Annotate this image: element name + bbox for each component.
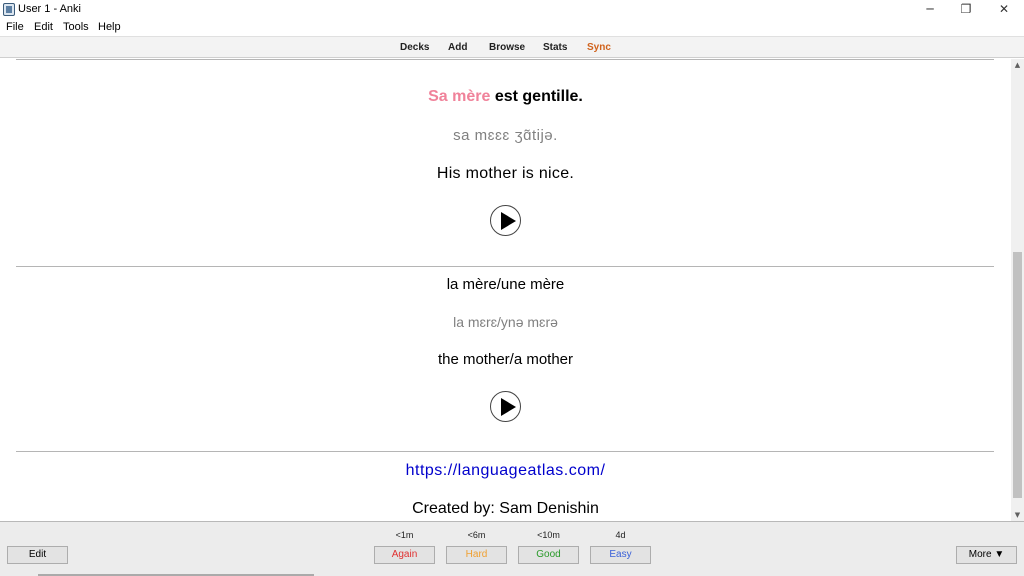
word-ipa: la mɛrɛ/ynə mɛrə (453, 314, 558, 330)
scrollbar-thumb[interactable] (1013, 252, 1022, 498)
vertical-scrollbar[interactable]: ▲ ▼ (1011, 59, 1024, 521)
close-button[interactable]: ✕ (985, 0, 1023, 18)
toolbar-add[interactable]: Add (448, 42, 467, 53)
divider (16, 266, 994, 267)
scroll-down-icon[interactable]: ▼ (1011, 509, 1024, 521)
restore-button[interactable]: ❐ (947, 0, 985, 18)
window-title: User 1 - Anki (18, 3, 81, 15)
card-content: Sa mère est gentille. sa mɛɛɛ ʒɑ̃tijə. H… (0, 59, 1011, 521)
menu-edit[interactable]: Edit (34, 21, 53, 33)
menu-help[interactable]: Help (98, 21, 121, 33)
easy-interval: 4d (615, 530, 626, 540)
toolbar-stats[interactable]: Stats (543, 42, 567, 53)
menu-file[interactable]: File (6, 21, 24, 33)
menu-tools[interactable]: Tools (63, 21, 89, 33)
good-interval: <10m (537, 530, 560, 540)
hard-interval: <6m (467, 530, 486, 540)
play-audio-icon[interactable] (490, 391, 521, 422)
again-button[interactable]: Again (374, 546, 435, 564)
sentence-highlight: Sa mère (428, 88, 491, 105)
credit-text: Created by: Sam Denishin (412, 500, 599, 517)
toolbar-sync[interactable]: Sync (587, 42, 611, 53)
play-audio-icon[interactable] (490, 205, 521, 236)
vocab-word: la mère/une mère (446, 276, 565, 293)
main-toolbar: Decks Add Browse Stats Sync (0, 36, 1024, 58)
again-interval: <1m (395, 530, 414, 540)
sentence-rest: est gentille. (490, 88, 583, 105)
minimize-button[interactable]: ─ (911, 0, 949, 18)
sentence-translation: His mother is nice. (436, 165, 575, 182)
menu-bar: File Edit Tools Help (0, 19, 1024, 35)
hard-button[interactable]: Hard (446, 546, 507, 564)
edit-button[interactable]: Edit (7, 546, 68, 564)
source-link[interactable]: https://languageatlas.com/ (0, 462, 1011, 480)
toolbar-browse[interactable]: Browse (489, 42, 525, 53)
easy-button[interactable]: Easy (590, 546, 651, 564)
toolbar-decks[interactable]: Decks (400, 42, 429, 53)
answer-bar: Edit <1m Again <6m Hard <10m Good 4d Eas… (0, 521, 1024, 576)
title-bar: User 1 - Anki ─ ❐ ✕ (0, 0, 1024, 18)
scroll-up-icon[interactable]: ▲ (1011, 59, 1024, 71)
divider (16, 451, 994, 452)
example-sentence: Sa mère est gentille. (0, 88, 1011, 106)
more-button[interactable]: More ▼ (956, 546, 1017, 564)
divider (16, 59, 994, 60)
good-button[interactable]: Good (518, 546, 579, 564)
word-translation: the mother/a mother (437, 351, 574, 368)
anki-app-icon (3, 3, 15, 16)
sentence-ipa: sa mɛɛɛ ʒɑ̃tijə. (453, 127, 558, 144)
